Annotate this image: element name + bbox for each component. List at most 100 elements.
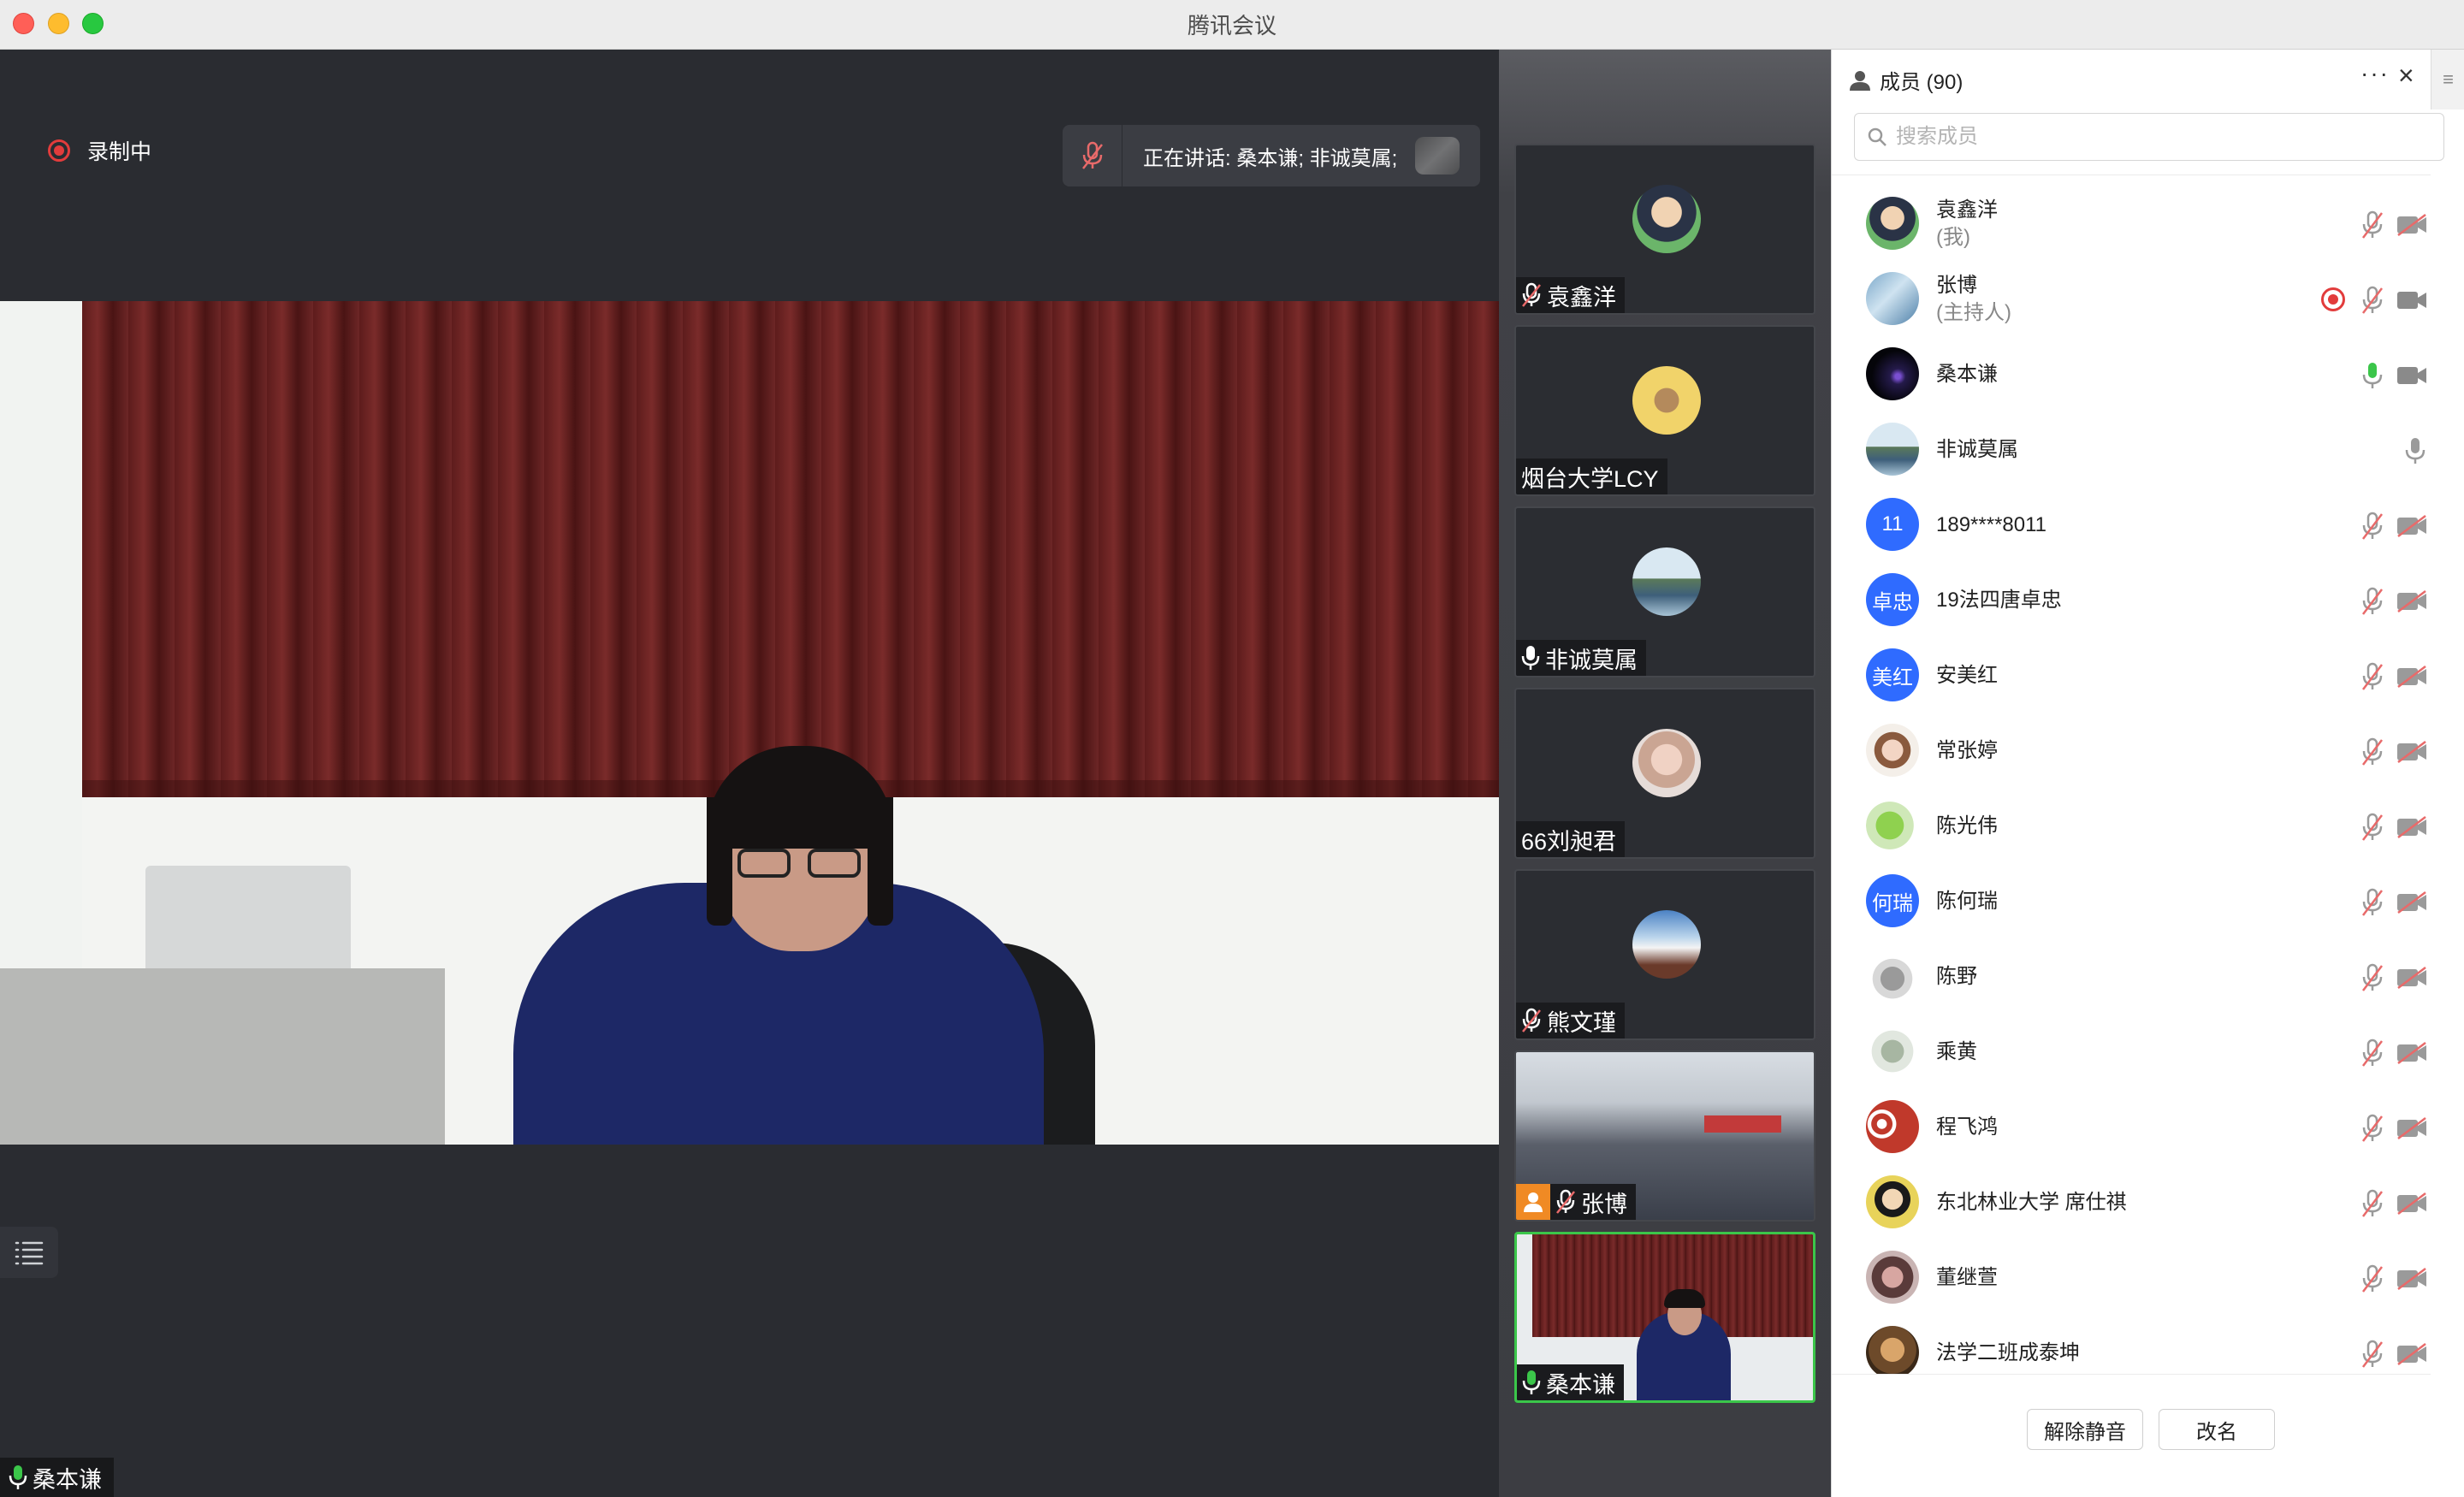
member-row[interactable]: 桑本谦 [1832,337,2431,412]
more-dots-icon[interactable]: ··· [2360,60,2390,87]
camera-off-icon[interactable] [2396,741,2427,763]
member-name: 陈光伟 [1936,814,1998,837]
mic-muted-icon[interactable] [2360,888,2384,917]
recording-indicator[interactable]: 录制中 [48,135,151,166]
thumbnail-tile[interactable]: 袁鑫洋 [1514,144,1815,315]
mic-muted-icon[interactable] [2360,662,2384,691]
mic-muted-icon[interactable] [2360,963,2384,992]
record-icon [48,139,70,162]
thumbnail-tile[interactable]: 烟台大学LCY [1514,325,1815,496]
camera-off-icon[interactable] [2396,1268,2427,1290]
member-name: 董继萱 [1936,1266,1998,1289]
member-row[interactable]: 何瑞 陈何瑞 [1832,864,2431,939]
member-row[interactable]: 程飞鸿 [1832,1090,2431,1165]
mic-muted-icon[interactable] [2360,286,2384,315]
mic-muted-icon[interactable] [2360,587,2384,616]
mic-muted-icon[interactable] [1063,125,1122,186]
mic-muted-icon[interactable] [2360,1340,2384,1369]
title-bar: 腾讯会议 [0,0,2464,50]
participant-thumbnails: 袁鑫洋 烟台大学LCY 非诚莫属 66刘昶君 熊文瑾 张博 桑本谦 [1499,50,1831,1497]
member-row[interactable]: 东北林业大学 席仕祺 [1832,1165,2431,1240]
search-box[interactable] [1854,113,2444,161]
thumbnail-tile[interactable]: 非诚莫属 [1514,506,1815,677]
member-row[interactable]: 美红 安美红 [1832,638,2431,713]
mic-muted-icon[interactable] [2360,210,2384,240]
avatar: 11 [1866,498,1919,551]
main-speaker-name: 桑本谦 [33,1466,102,1493]
member-row[interactable]: 非诚莫属 [1832,412,2431,488]
member-name: 桑本谦 [1936,363,1998,386]
panel-menu-icon[interactable]: ≡ [2431,50,2464,109]
mic-muted-icon[interactable] [2360,737,2384,766]
member-name: 陈野 [1936,965,1977,988]
mic-muted-icon[interactable] [2360,1189,2384,1218]
camera-on-icon[interactable] [2396,289,2427,311]
thumbnail-tile[interactable]: 66刘昶君 [1514,688,1815,859]
rename-button[interactable]: 改名 [2159,1409,2275,1450]
camera-off-icon[interactable] [2396,1117,2427,1139]
member-tag: (主持人) [1936,301,2011,324]
camera-on-icon[interactable] [2396,364,2427,387]
mic-muted-icon[interactable] [2360,813,2384,842]
camera-off-icon[interactable] [2396,515,2427,537]
mic-on-icon[interactable] [2403,436,2427,465]
thumbnail-name: 桑本谦 [1546,1371,1615,1398]
member-name: 袁鑫洋 [1936,198,1998,222]
background-desk [0,968,445,1145]
thumbnail-tile-active[interactable]: 桑本谦 [1514,1232,1815,1403]
list-icon [15,1241,44,1265]
camera-off-icon[interactable] [2396,666,2427,688]
thumbnail-name: 张博 [1581,1191,1627,1217]
list-toggle-button[interactable] [0,1227,58,1278]
recording-label: 录制中 [87,140,152,164]
avatar: 卓忠 [1866,573,1919,626]
member-row[interactable]: 11 189****8011 [1832,488,2431,563]
avatar [1632,547,1701,616]
main-video[interactable] [0,301,1499,1145]
search-input[interactable] [1896,125,2409,149]
recording-icon [2321,287,2345,311]
background-curtain [82,301,1499,797]
user-icon [1850,70,1870,91]
member-row[interactable]: 常张婷 [1832,713,2431,789]
mic-muted-icon [1522,282,1541,307]
avatar [1866,347,1919,400]
member-name: 189****8011 [1936,513,2047,536]
thumbnail-name: 66刘昶君 [1521,828,1617,855]
thumbnail-name: 非诚莫属 [1545,647,1638,673]
member-row[interactable]: 董继萱 [1832,1240,2431,1316]
camera-off-icon[interactable] [2396,891,2427,914]
member-row[interactable]: 张博 (主持人) [1832,262,2431,337]
member-name: 安美红 [1936,664,1998,687]
camera-off-icon[interactable] [2396,1192,2427,1215]
camera-off-icon[interactable] [2396,967,2427,989]
camera-off-icon[interactable] [2396,1042,2427,1064]
unmute-button[interactable]: 解除静音 [2027,1409,2143,1450]
mic-on-icon [1521,646,1540,670]
member-row[interactable]: 卓忠 19法四唐卓忠 [1832,563,2431,638]
mic-muted-icon[interactable] [2360,512,2384,541]
avatar: 美红 [1866,648,1919,701]
thumbnail-tile[interactable]: 熊文瑾 [1514,869,1815,1040]
camera-off-icon[interactable] [2396,214,2427,236]
mic-muted-icon[interactable] [2360,1114,2384,1143]
avatar [1866,272,1919,325]
avatar [1866,724,1919,777]
avatar [1866,950,1919,1003]
member-row[interactable]: 法学二班成泰坤 [1832,1316,2431,1374]
close-icon[interactable]: × [2398,60,2414,92]
member-row[interactable]: 袁鑫洋 (我) [1832,186,2431,262]
camera-off-icon[interactable] [2396,590,2427,612]
mic-muted-icon[interactable] [2360,1038,2384,1068]
camera-off-icon[interactable] [2396,816,2427,838]
mic-active-icon[interactable] [2360,361,2384,390]
mic-muted-icon[interactable] [2360,1264,2384,1293]
member-row[interactable]: 陈光伟 [1832,789,2431,864]
member-row[interactable]: 陈野 [1832,939,2431,1015]
avatar [1866,1100,1919,1153]
camera-off-icon[interactable] [2396,1343,2427,1365]
thumbnail-tile[interactable]: 张博 [1514,1050,1815,1222]
member-name: 非诚莫属 [1936,438,2018,461]
member-row[interactable]: 乘黄 [1832,1015,2431,1090]
avatar [1632,729,1701,797]
